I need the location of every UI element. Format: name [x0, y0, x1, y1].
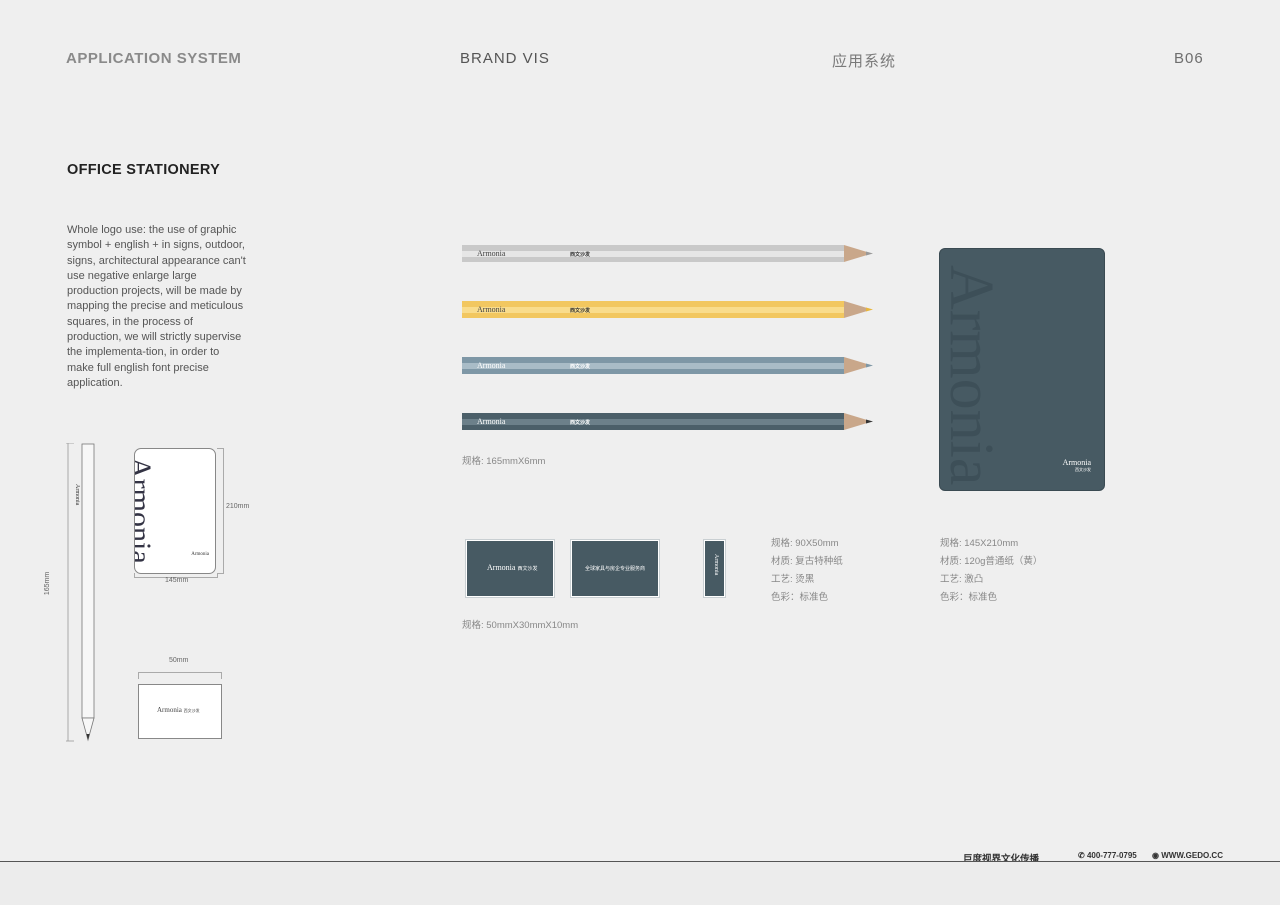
notebook-detail-size: 规格: 145X210mm	[940, 538, 1019, 549]
notebook-small-logo-cn: 西文沙发	[1075, 467, 1091, 472]
footer-phone: ✆ 400-777-0795	[1078, 851, 1137, 860]
section-description: Whole logo use: the use of graphic symbo…	[67, 224, 246, 389]
notebook-line-drawing: Armonia Armonia	[134, 448, 216, 574]
notebook-cover: Armonia Armonia 西文沙发	[939, 248, 1105, 491]
notebook-detail-process: 工艺: 激凸	[940, 574, 984, 585]
box-width-dimension	[138, 672, 222, 679]
notebook-detail-material: 材质: 120g普通纸（黄）	[940, 556, 1043, 567]
section-title: OFFICE STATIONERY	[67, 162, 221, 178]
card-details: 规格: 90X50mm 材质: 复古特种纸 工艺: 烫黑 色彩：标准色	[771, 535, 843, 607]
pencil-length-label: 165mm	[44, 571, 52, 596]
notebook-small-logo: Armonia 西文沙发	[1063, 458, 1091, 473]
box-spec: 规格: 50mmX30mmX10mm	[462, 620, 579, 631]
card-detail-size: 规格: 90X50mm	[771, 538, 839, 549]
header-chinese-title: 应用系统	[832, 53, 897, 70]
box-drawing-brand-cn: 西文沙发	[183, 708, 200, 713]
footer-bar	[0, 862, 1280, 905]
pencil-gray	[462, 244, 877, 264]
pencil-spec: 规格: 165mmX6mm	[462, 456, 546, 467]
notebook-watermark-logo: Armonia	[939, 265, 1005, 486]
box-line-drawing: Armonia 西文沙发	[138, 684, 222, 739]
header-brand-vis: BRAND VIS	[460, 50, 550, 67]
notebook-height-label: 210mm	[226, 503, 250, 510]
notebook-small-logo-name: Armonia	[1062, 458, 1091, 467]
box-front-brand: Armonia 西文沙发	[487, 563, 537, 572]
box-back: 全球家具与房企专业服务商	[570, 539, 660, 598]
pencil-blue-logo-cn: 西文沙发	[570, 364, 591, 370]
notebook-drawing-logo: Armonia	[134, 457, 157, 564]
box-front-brand-name: Armonia	[487, 563, 516, 572]
notebook-height-dimension	[217, 448, 224, 574]
pencil-yellow	[462, 300, 877, 320]
pencil-gray-logo: Armonia	[477, 249, 506, 258]
footer-web-url: WWW.GEDO.CC	[1161, 851, 1223, 860]
pencil-yellow-logo: Armonia	[477, 305, 506, 314]
box-back-tagline: 全球家具与房企专业服务商	[584, 566, 645, 572]
card-detail-process: 工艺: 烫黑	[771, 574, 815, 585]
box-side: Armonia	[703, 539, 726, 598]
notebook-details: 规格: 145X210mm 材质: 120g普通纸（黄） 工艺: 激凸 色彩：标…	[940, 535, 1042, 607]
footer-web: ◉ WWW.GEDO.CC	[1152, 851, 1223, 860]
pencil-blue-gray	[462, 356, 877, 376]
box-width-label: 50mm	[169, 657, 189, 664]
pencil-dark-logo-cn: 西文沙发	[570, 420, 591, 426]
box-drawing-brand-name: Armonia	[157, 706, 182, 714]
notebook-width-label: 145mm	[165, 577, 189, 584]
page-number: B06	[1174, 50, 1204, 67]
pencil-blue-logo: Armonia	[477, 361, 506, 370]
box-front: Armonia 西文沙发	[465, 539, 555, 598]
pencil-drawing-brand-name: Armonia	[74, 484, 80, 506]
pencil-yellow-logo-cn: 西文沙发	[570, 308, 591, 314]
globe-icon: ◉	[1152, 851, 1159, 860]
notebook-detail-color: 色彩：标准色	[940, 592, 998, 603]
pencil-drawing-brand: Armonia	[74, 470, 98, 530]
pencil-dark-logo: Armonia	[477, 417, 506, 426]
pencil-dark-slate	[462, 412, 877, 432]
pencil-gray-logo-cn: 西文沙发	[570, 252, 591, 258]
box-side-brand: Armonia	[713, 554, 719, 576]
notebook-drawing-small-logo: Armonia	[191, 552, 209, 557]
box-drawing-brand: Armonia 西文沙发	[157, 706, 200, 714]
card-detail-color: 色彩：标准色	[771, 592, 829, 603]
header-application-system: APPLICATION SYSTEM	[66, 50, 242, 67]
footer-phone-number: 400-777-0795	[1086, 851, 1137, 860]
box-front-brand-cn: 西文沙发	[517, 566, 538, 572]
phone-icon: ✆	[1078, 851, 1085, 860]
card-detail-material: 材质: 复古特种纸	[771, 556, 843, 567]
